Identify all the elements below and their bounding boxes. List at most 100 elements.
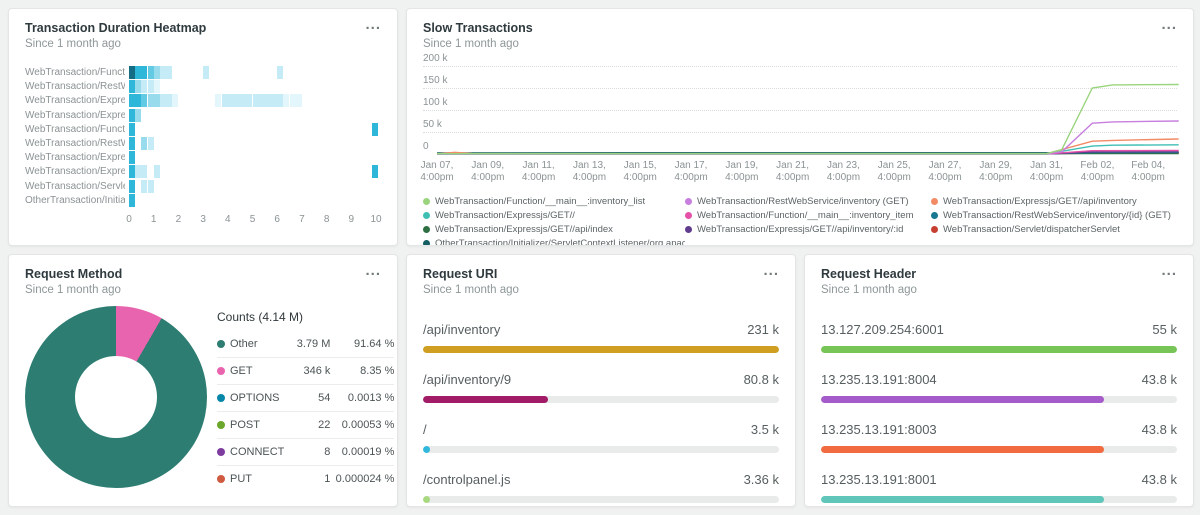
heatmap-cell[interactable] — [141, 137, 147, 150]
heatmap-cell[interactable] — [372, 165, 378, 178]
heatmap-cell[interactable] — [296, 94, 302, 107]
heatmap-cell[interactable] — [129, 180, 135, 193]
heatmap-cell[interactable] — [246, 94, 252, 107]
x-axis-tick-label: Jan 13,4:00pm — [573, 160, 606, 184]
legend-item[interactable]: WebTransaction/Function/__main__:invento… — [685, 208, 931, 222]
panel-request-uri: Request URI Since 1 month ago ... /api/i… — [406, 254, 796, 507]
heatmap-cell[interactable] — [277, 94, 283, 107]
heatmap-cell[interactable] — [129, 123, 135, 136]
line-series[interactable] — [437, 85, 1179, 154]
heatmap-cell[interactable] — [141, 94, 147, 107]
bar-list: /api/inventory231 k/api/inventory/980.8 … — [423, 322, 779, 503]
heatmap-chart[interactable]: WebTransaction/Functi...WebTransaction/R… — [25, 66, 381, 230]
heatmap-row-label: WebTransaction/Expre... — [25, 95, 125, 106]
heatmap-cell[interactable] — [135, 165, 141, 178]
heatmap-cell[interactable] — [129, 137, 135, 150]
bar-row[interactable]: /3.5 k — [423, 422, 779, 453]
heatmap-cell[interactable] — [135, 66, 141, 79]
heatmap-cell[interactable] — [135, 94, 141, 107]
heatmap-cell[interactable] — [228, 94, 234, 107]
bar-row[interactable]: 13.235.13.191:800443.8 k — [821, 372, 1177, 403]
table-row[interactable]: PUT10.000024 % — [217, 465, 394, 492]
heatmap-cell[interactable] — [148, 80, 154, 93]
heatmap-cell[interactable] — [141, 66, 147, 79]
heatmap-cell[interactable] — [166, 66, 172, 79]
bar-row[interactable]: 13.235.13.191:800343.8 k — [821, 422, 1177, 453]
heatmap-cell[interactable] — [222, 94, 228, 107]
heatmap-cell[interactable] — [135, 80, 141, 93]
heatmap-cell[interactable] — [259, 94, 265, 107]
heatmap-cell[interactable] — [135, 109, 141, 122]
panel-titles: Transaction Duration Heatmap Since 1 mon… — [25, 21, 206, 50]
heatmap-cell[interactable] — [148, 137, 154, 150]
heatmap-cell[interactable] — [154, 94, 160, 107]
heatmap-cell[interactable] — [129, 94, 135, 107]
table-row[interactable]: CONNECT80.00019 % — [217, 438, 394, 465]
heatmap-cell[interactable] — [253, 94, 259, 107]
line-chart-plot[interactable]: 200 k150 k100 k50 k0 — [423, 64, 1177, 156]
heatmap-cell[interactable] — [129, 151, 135, 164]
bar-row-text: /api/inventory231 k — [423, 322, 779, 337]
heatmap-cell[interactable] — [277, 66, 283, 79]
bar-value: 3.36 k — [744, 472, 779, 487]
heatmap-cell[interactable] — [172, 94, 178, 107]
heatmap-cell[interactable] — [271, 94, 277, 107]
heatmap-cell[interactable] — [265, 94, 271, 107]
heatmap-cell[interactable] — [129, 66, 135, 79]
heatmap-cell[interactable] — [154, 80, 160, 93]
heatmap-cell[interactable] — [148, 66, 154, 79]
bar-row[interactable]: /controlpanel.js3.36 k — [423, 472, 779, 503]
heatmap-cell[interactable] — [141, 80, 147, 93]
bar-row[interactable]: 13.127.209.254:600155 k — [821, 322, 1177, 353]
bar-fill — [821, 446, 1104, 453]
heatmap-cell[interactable] — [240, 94, 246, 107]
heatmap-row-label: WebTransaction/Expre... — [25, 110, 125, 121]
table-row[interactable]: OPTIONS540.0013 % — [217, 384, 394, 411]
heatmap-cell[interactable] — [129, 80, 135, 93]
heatmap-cell[interactable] — [234, 94, 240, 107]
ellipsis-menu-icon[interactable]: ... — [365, 21, 381, 29]
heatmap-cell[interactable] — [154, 66, 160, 79]
bar-row[interactable]: /api/inventory/980.8 k — [423, 372, 779, 403]
heatmap-cell[interactable] — [160, 66, 166, 79]
heatmap-cell[interactable] — [129, 194, 135, 207]
legend-color-dot — [423, 240, 430, 247]
legend-item[interactable]: WebTransaction/Servlet/dispatcherServlet — [931, 222, 1177, 236]
heatmap-cell[interactable] — [129, 109, 135, 122]
legend-item[interactable]: WebTransaction/Expressjs/GET// — [423, 208, 685, 222]
ellipsis-menu-icon[interactable]: ... — [1161, 267, 1177, 275]
bar-row[interactable]: /api/inventory231 k — [423, 322, 779, 353]
heatmap-cell[interactable] — [148, 94, 154, 107]
chart-legend: WebTransaction/Function/__main__:invento… — [423, 194, 1177, 246]
donut-chart[interactable] — [25, 306, 207, 488]
heatmap-cell[interactable] — [215, 94, 221, 107]
table-row[interactable]: Other3.79 M91.64 % — [217, 330, 394, 357]
x-axis-tick-label: 4 — [225, 214, 231, 225]
heatmap-cell[interactable] — [290, 94, 296, 107]
ellipsis-menu-icon[interactable]: ... — [1161, 21, 1177, 29]
table-row[interactable]: POST220.00053 % — [217, 411, 394, 438]
legend-item[interactable]: WebTransaction/Expressjs/GET//api/invent… — [931, 194, 1177, 208]
legend-item[interactable]: WebTransaction/Expressjs/GET//api/index — [423, 222, 685, 236]
donut-hole — [75, 356, 157, 438]
bar-track — [423, 396, 779, 403]
bar-row[interactable]: 13.235.13.191:800143.8 k — [821, 472, 1177, 503]
legend-item[interactable]: WebTransaction/Function/__main__:invento… — [423, 194, 685, 208]
legend-item[interactable]: WebTransaction/Expressjs/GET//api/invent… — [685, 222, 931, 236]
heatmap-cell[interactable] — [141, 165, 147, 178]
ellipsis-menu-icon[interactable]: ... — [763, 267, 779, 275]
heatmap-cell[interactable] — [148, 180, 154, 193]
legend-item[interactable]: OtherTransaction/Initializer/ServletCont… — [423, 236, 685, 246]
heatmap-cell[interactable] — [372, 123, 378, 136]
legend-item[interactable]: WebTransaction/RestWebService/inventory/… — [931, 208, 1177, 222]
legend-item[interactable]: WebTransaction/RestWebService/inventory … — [685, 194, 931, 208]
heatmap-cell[interactable] — [141, 180, 147, 193]
table-row[interactable]: GET346 k8.35 % — [217, 357, 394, 384]
heatmap-cell[interactable] — [129, 165, 135, 178]
heatmap-cell[interactable] — [166, 94, 172, 107]
ellipsis-menu-icon[interactable]: ... — [365, 267, 381, 275]
heatmap-cell[interactable] — [154, 165, 160, 178]
heatmap-cell[interactable] — [203, 66, 209, 79]
heatmap-cell[interactable] — [283, 94, 289, 107]
heatmap-cell[interactable] — [160, 94, 166, 107]
